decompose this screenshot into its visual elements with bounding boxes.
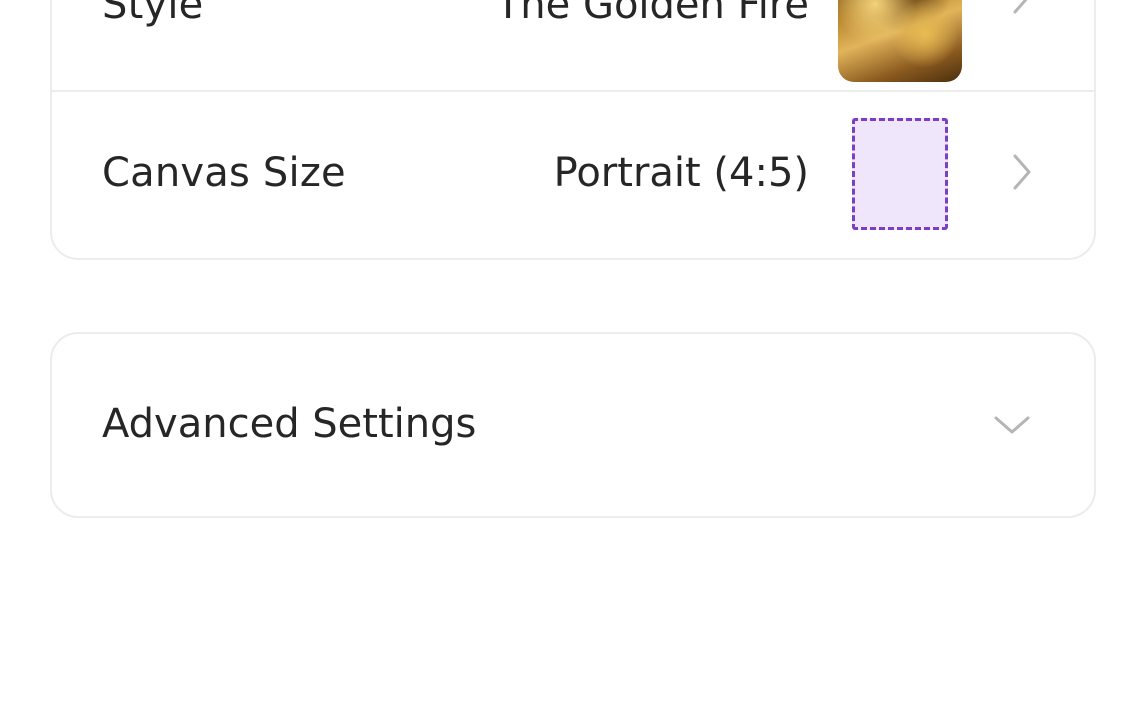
settings-card: Style The Golden Fire Canvas Size Portra… bbox=[50, 0, 1096, 260]
chevron-right-icon bbox=[1007, 152, 1037, 192]
style-label: Style bbox=[102, 0, 204, 28]
canvas-size-value: Portrait (4:5) bbox=[553, 150, 809, 196]
advanced-settings-label: Advanced Settings bbox=[102, 401, 477, 447]
canvas-size-preview bbox=[852, 118, 948, 230]
canvas-size-row[interactable]: Canvas Size Portrait (4:5) bbox=[52, 92, 1094, 260]
chevron-right-icon bbox=[1007, 0, 1037, 16]
advanced-settings-card: Advanced Settings bbox=[50, 332, 1096, 518]
style-value: The Golden Fire bbox=[495, 0, 809, 28]
style-row[interactable]: Style The Golden Fire bbox=[52, 0, 1094, 92]
canvas-size-label: Canvas Size bbox=[102, 150, 346, 196]
advanced-settings-toggle[interactable]: Advanced Settings bbox=[52, 334, 1094, 516]
chevron-down-icon bbox=[992, 410, 1032, 440]
style-thumbnail bbox=[838, 0, 962, 82]
